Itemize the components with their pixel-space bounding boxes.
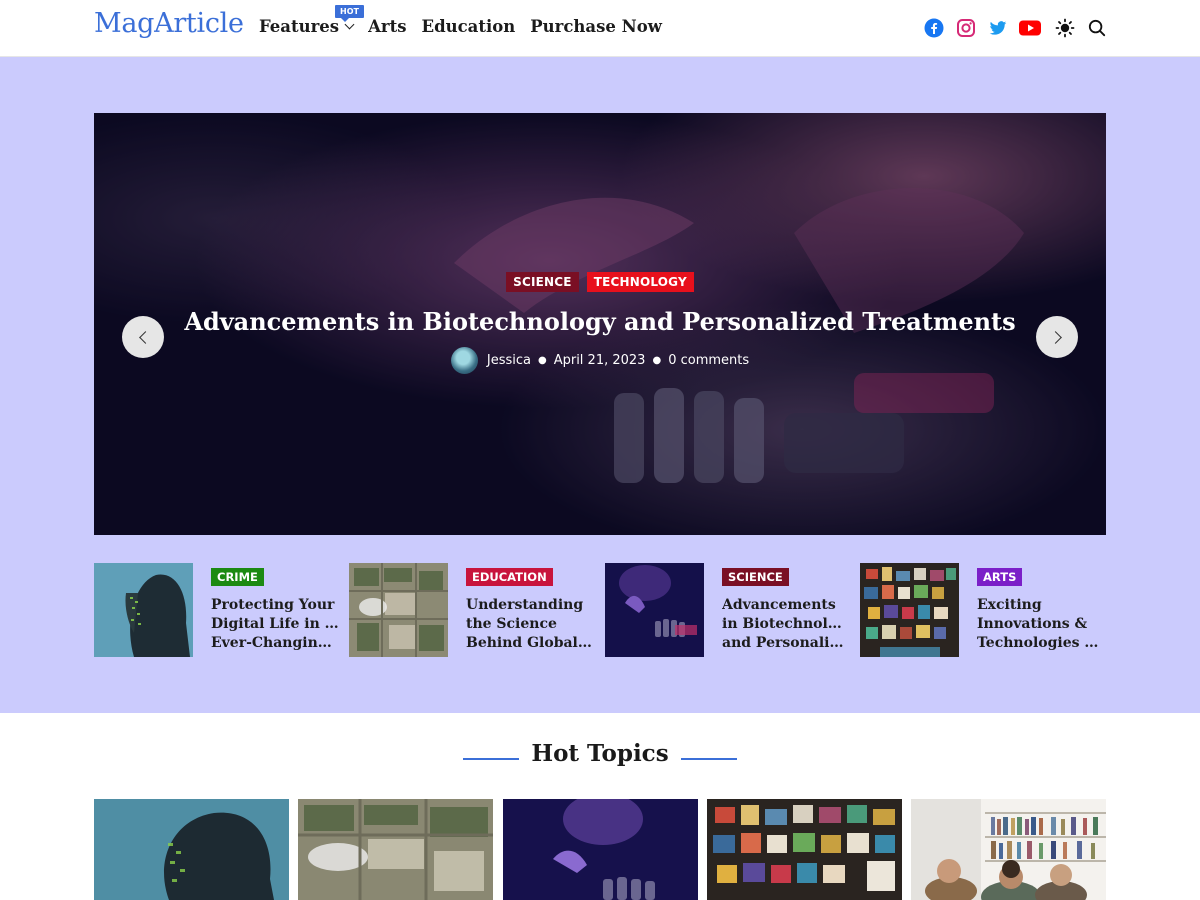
thumb-item[interactable]: SCIENCE Advancements in Biotechnology an… <box>605 563 850 657</box>
thumb-image <box>605 563 704 657</box>
meta-separator: ● <box>652 355 662 366</box>
thumb-title-line: Technologies o… <box>977 635 1105 651</box>
nav-item-label: Education <box>421 17 516 36</box>
hot-topics-cards <box>94 799 1106 900</box>
section-heading: Hot Topics <box>0 740 1200 767</box>
thumb-title-line: Innovations & <box>977 616 1088 632</box>
thumb-title[interactable]: Understanding the Science Behind Global… <box>466 596 594 653</box>
category-badge-arts[interactable]: ARTS <box>977 568 1023 586</box>
nav-item-education[interactable]: Education <box>422 17 516 36</box>
topic-image <box>707 799 902 900</box>
nav-item-label: Arts <box>368 17 407 36</box>
chevron-left-icon <box>138 330 152 344</box>
hero-categories: SCIENCE TECHNOLOGY <box>94 272 1106 292</box>
thumb-title-line: Advancements <box>722 597 836 613</box>
facebook-icon[interactable] <box>923 17 945 39</box>
hot-topics-title: Hot Topics <box>531 740 669 767</box>
thumb-image <box>94 563 193 657</box>
slider-next-button[interactable] <box>1036 316 1078 358</box>
thumb-item[interactable]: ARTS Exciting Innovations & Technologies… <box>860 563 1105 657</box>
topic-card[interactable] <box>503 799 698 900</box>
post-date[interactable]: April 21, 2023 <box>554 353 646 368</box>
topic-card[interactable] <box>298 799 493 900</box>
meta-separator: ● <box>537 355 547 366</box>
comments-count[interactable]: 0 comments <box>668 353 749 368</box>
theme-toggle-icon[interactable] <box>1054 17 1076 39</box>
thumb-image <box>860 563 959 657</box>
site-header: MagArticle Features HOT Arts Education P… <box>0 0 1200 57</box>
topic-card[interactable] <box>707 799 902 900</box>
featured-thumbs: CRIME Protecting Your Digital Life in an… <box>94 563 1106 657</box>
topic-image <box>94 799 289 900</box>
topic-card[interactable] <box>911 799 1106 900</box>
slider-prev-button[interactable] <box>122 316 164 358</box>
thumb-item[interactable]: EDUCATION Understanding the Science Behi… <box>349 563 592 657</box>
header-icons <box>913 17 1108 39</box>
chevron-right-icon <box>1048 330 1062 344</box>
thumb-title-line: Understanding <box>466 597 584 613</box>
instagram-icon[interactable] <box>955 17 977 39</box>
thumb-title-line: and Personalize… <box>722 635 850 651</box>
site-logo[interactable]: MagArticle <box>94 8 244 39</box>
thumb-title[interactable]: Protecting Your Digital Life in an Ever-… <box>211 596 339 653</box>
nav-item-label: Purchase Now <box>530 17 662 36</box>
hero-title[interactable]: Advancements in Biotechnology and Person… <box>94 307 1106 336</box>
thumb-title-line: in Biotechnology <box>722 616 850 632</box>
category-badge-science[interactable]: SCIENCE <box>506 272 579 292</box>
thumb-image <box>349 563 448 657</box>
hero-meta: Jessica ● April 21, 2023 ● 0 comments <box>94 347 1106 374</box>
topic-image <box>911 799 1106 900</box>
category-badge-crime[interactable]: CRIME <box>211 568 264 586</box>
thumb-title-line: Digital Life in an <box>211 616 339 632</box>
nav-item-features[interactable]: Features HOT <box>259 5 364 36</box>
search-icon[interactable] <box>1086 17 1108 39</box>
author-name[interactable]: Jessica <box>487 353 531 368</box>
main-nav: Features HOT Arts Education Purchase Now <box>259 5 677 36</box>
category-badge-technology[interactable]: TECHNOLOGY <box>586 272 694 292</box>
category-badge-science[interactable]: SCIENCE <box>722 568 789 586</box>
thumb-item[interactable]: CRIME Protecting Your Digital Life in an… <box>94 563 339 657</box>
nav-item-purchase-now[interactable]: Purchase Now <box>530 17 662 36</box>
twitter-icon[interactable] <box>987 17 1009 39</box>
topic-card[interactable] <box>94 799 289 900</box>
thumb-title-line: Ever-Changing… <box>211 635 339 651</box>
thumb-title-line: Exciting <box>977 597 1042 613</box>
thumb-title[interactable]: Exciting Innovations & Technologies o… <box>977 596 1105 653</box>
thumb-title-line: the Science <box>466 616 557 632</box>
category-badge-education[interactable]: EDUCATION <box>466 568 553 586</box>
topic-image <box>298 799 493 900</box>
nav-item-arts[interactable]: Arts <box>368 17 406 36</box>
thumb-title-line: Behind Global… <box>466 635 592 651</box>
nav-item-label: Features <box>259 17 340 36</box>
thumb-title[interactable]: Advancements in Biotechnology and Person… <box>722 596 850 653</box>
author-avatar[interactable] <box>450 347 478 374</box>
thumb-title-line: Protecting Your <box>211 597 335 613</box>
topic-image <box>503 799 698 900</box>
youtube-icon[interactable] <box>1019 17 1041 39</box>
hot-badge: HOT <box>335 5 364 22</box>
featured-slider[interactable]: SCIENCE TECHNOLOGY Advancements in Biote… <box>94 113 1106 535</box>
